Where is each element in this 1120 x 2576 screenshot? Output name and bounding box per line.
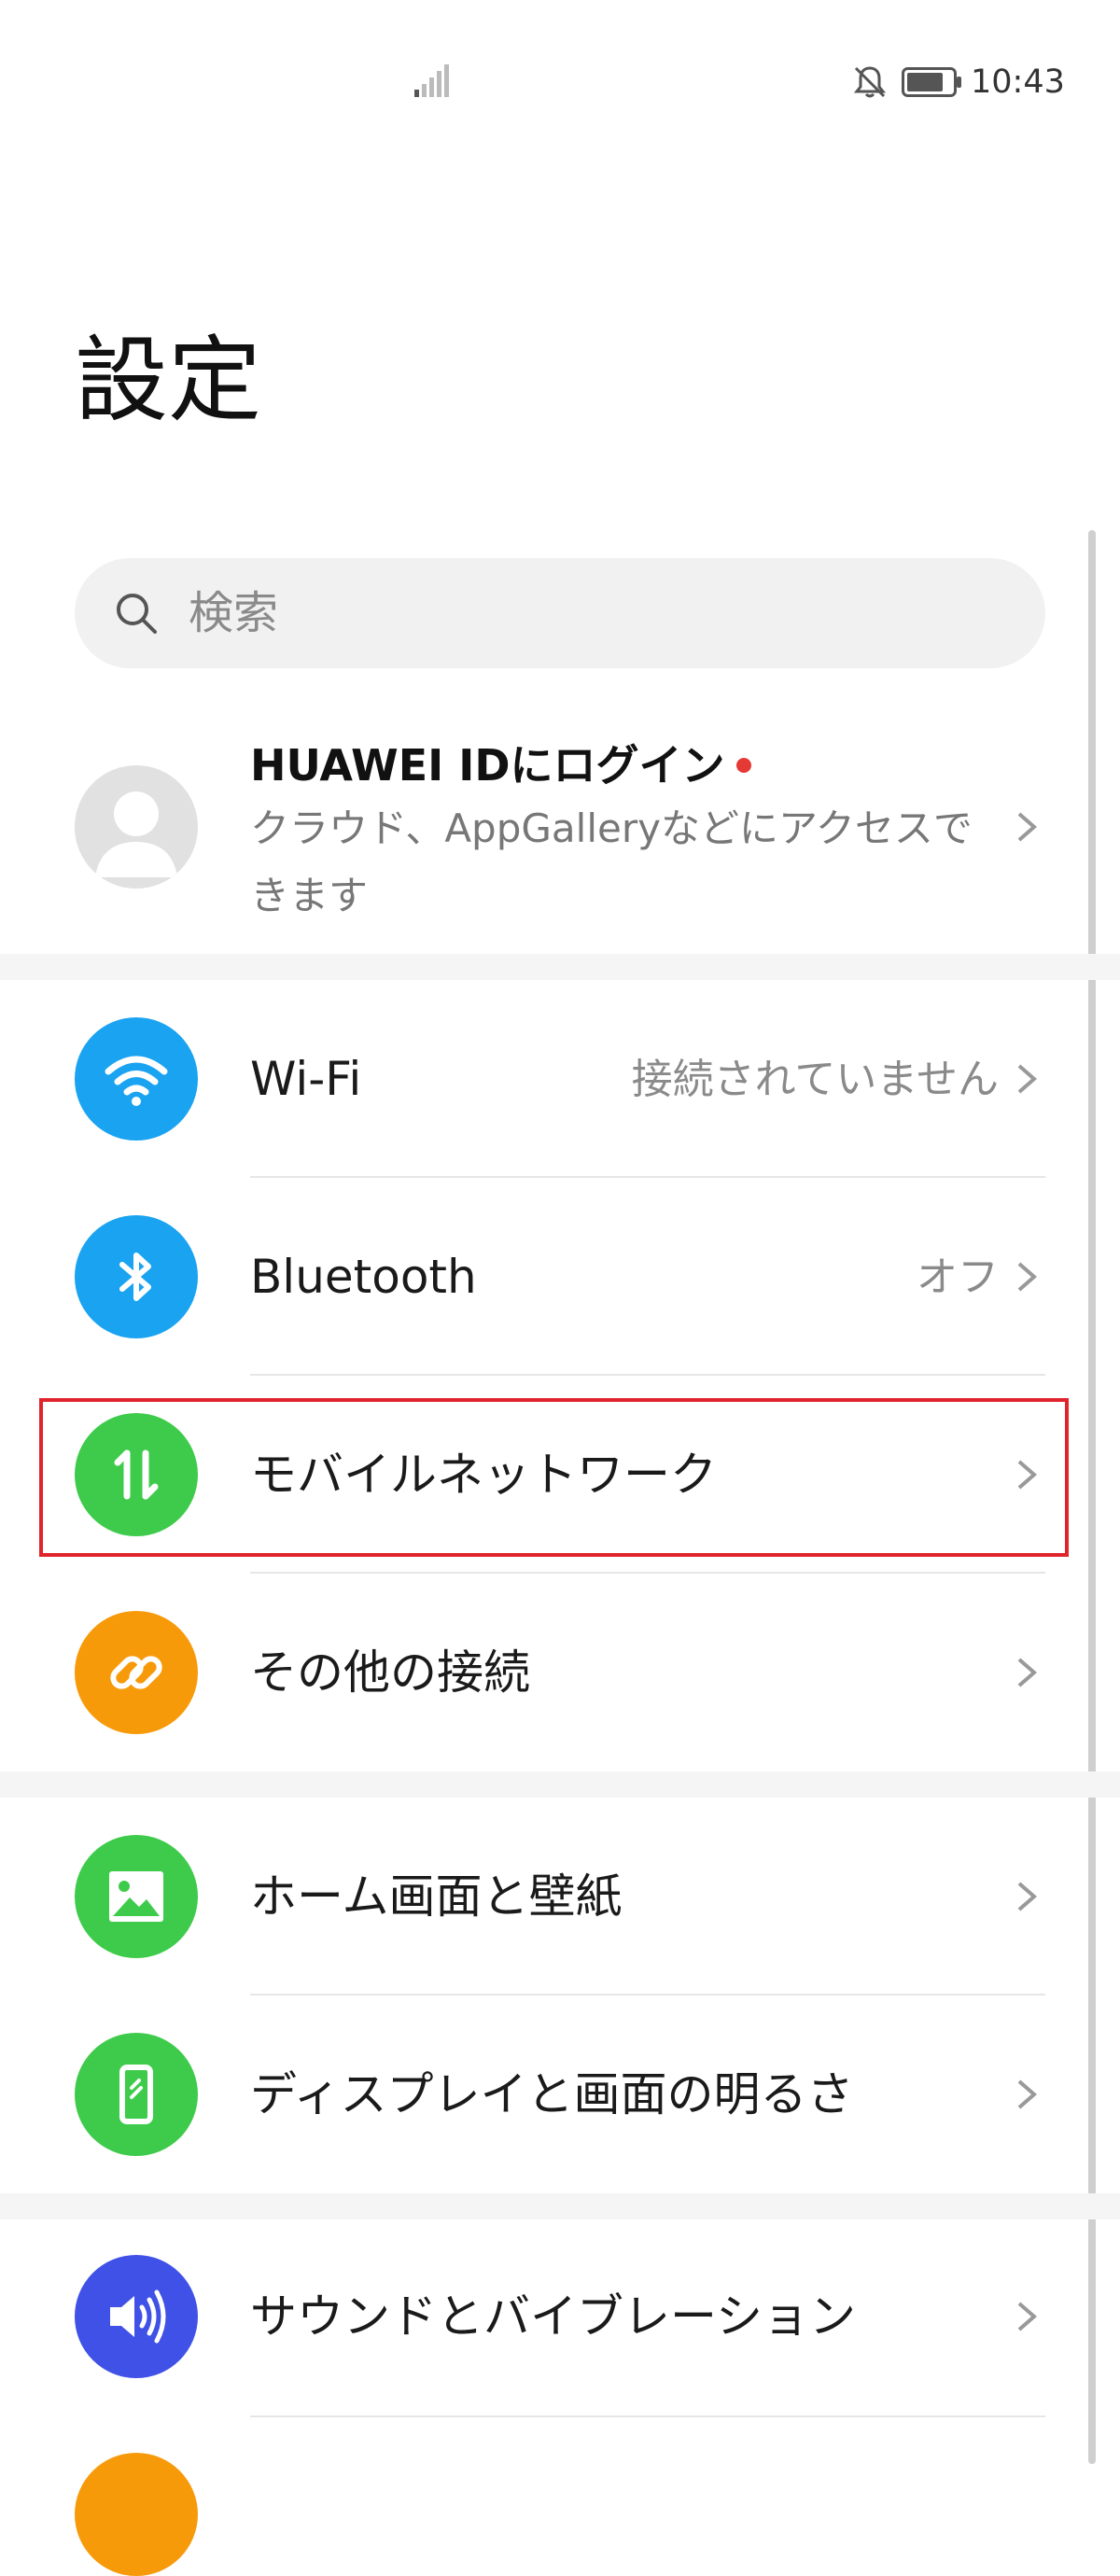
- sound-label: サウンドとバイブレーション: [250, 2289, 856, 2344]
- selection-highlight-box: [39, 1398, 1069, 1557]
- avatar-icon: [95, 791, 177, 877]
- bluetooth-status: オフ: [917, 1253, 999, 1301]
- other-connections-label: その他の接続: [250, 1645, 530, 1700]
- chevron-right-icon: [1017, 2302, 1038, 2331]
- bluetooth-label: Bluetooth: [250, 1250, 477, 1304]
- bell-off-icon: [853, 66, 887, 98]
- phone-brightness-icon: [75, 2033, 198, 2156]
- wifi-label: Wi-Fi: [250, 1052, 362, 1106]
- settings-item-bluetooth[interactable]: Bluetooth オフ: [0, 1178, 1120, 1374]
- status-time: 10:43: [971, 63, 1065, 101]
- wifi-icon: [75, 1017, 198, 1141]
- notification-dot: [735, 757, 751, 773]
- next-item-icon: [75, 2453, 198, 2576]
- settings-item-display[interactable]: ディスプレイと画面の明るさ: [0, 1995, 1120, 2191]
- settings-item-home-screen[interactable]: ホーム画面と壁紙: [0, 1798, 1120, 1994]
- section-gap: [0, 954, 1120, 980]
- status-bar: 10:43: [0, 0, 1120, 168]
- account-subtitle: クラウド、AppGalleryなどにアクセスできます: [250, 805, 973, 918]
- chevron-right-icon: [1017, 1658, 1038, 1687]
- settings-item-sound[interactable]: サウンドとバイブレーション: [0, 2218, 1120, 2414]
- chevron-right-icon: [1017, 2079, 1038, 2109]
- divider: [250, 2415, 1045, 2417]
- signal-icon: [414, 64, 449, 97]
- search-placeholder: 検索: [189, 587, 279, 639]
- huawei-id-login-item[interactable]: HUAWEI IDにログイン クラウド、AppGalleryなどにアクセスできま…: [0, 719, 1120, 952]
- chevron-right-icon: [1017, 1064, 1038, 1094]
- avatar: [75, 765, 198, 889]
- settings-item-other-connections[interactable]: その他の接続: [0, 1574, 1120, 1770]
- chevron-right-icon: [1017, 1262, 1038, 1292]
- page-title: 設定: [75, 326, 261, 435]
- battery-icon: [902, 67, 961, 97]
- image-icon: [75, 1835, 198, 1958]
- chevron-right-icon: [1017, 812, 1038, 842]
- chevron-right-icon: [1017, 1882, 1038, 1911]
- settings-item-wifi[interactable]: Wi-Fi 接続されていません: [0, 980, 1120, 1176]
- wifi-status: 接続されていません: [631, 1056, 999, 1103]
- section-gap: [0, 2193, 1120, 2219]
- display-label: ディスプレイと画面の明るさ: [250, 2067, 854, 2121]
- section-gap: [0, 1771, 1120, 1798]
- link-icon: [75, 1611, 198, 1734]
- search-icon: [117, 594, 157, 634]
- account-title: HUAWEI IDにログイン: [250, 737, 751, 793]
- bluetooth-icon: [75, 1215, 198, 1338]
- home-screen-label: ホーム画面と壁紙: [250, 1869, 623, 1924]
- speaker-icon: [75, 2255, 198, 2378]
- search-input[interactable]: 検索: [75, 558, 1045, 668]
